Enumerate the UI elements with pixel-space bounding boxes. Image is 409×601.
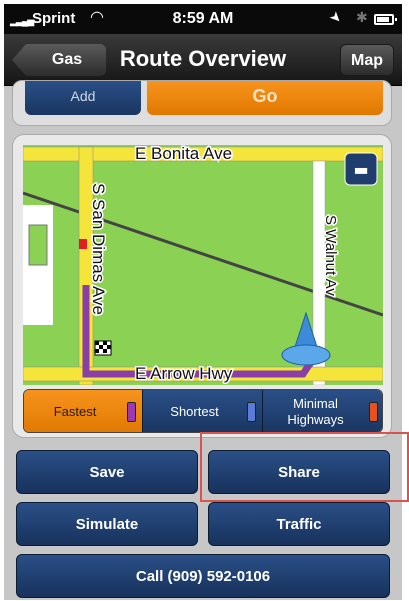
page-title: Route Overview	[119, 46, 287, 71]
map-block-inner	[28, 224, 48, 266]
navigation-bar: Gas Route Overview Map	[4, 34, 402, 86]
content-area: Add Go ▬ E Bonita Ave S San Dimas Ave S …	[4, 80, 402, 600]
traffic-button[interactable]: Traffic	[208, 502, 390, 546]
simulate-button[interactable]: Simulate	[16, 502, 198, 546]
street-label-west: S San Dimas Ave	[89, 183, 108, 315]
start-marker-icon	[79, 239, 87, 249]
top-button-panel: Add Go	[12, 80, 392, 126]
map-button[interactable]: Map	[340, 44, 394, 76]
route-option-shortest[interactable]: Shortest	[142, 390, 262, 432]
route-option-tabs: Fastest Shortest Minimal Highways	[23, 389, 383, 433]
phone-screen: ▂▃▄▅ Sprint ◠ 8:59 AM ➤ ✱ Gas Route Over…	[0, 0, 409, 601]
call-button[interactable]: Call (909) 592-0106	[16, 554, 390, 598]
route-option-fastest[interactable]: Fastest	[24, 390, 142, 432]
street-label-south: E Arrow Hwy	[135, 364, 233, 383]
map-panel: ▬ E Bonita Ave S San Dimas Ave S Walnut …	[12, 134, 392, 438]
back-button[interactable]: Gas	[12, 44, 106, 76]
bluetooth-icon: ✱	[356, 9, 368, 25]
car-icon: ▬	[353, 160, 368, 179]
route-color-swatch	[127, 402, 136, 422]
go-button[interactable]: Go	[147, 81, 383, 115]
battery-icon	[374, 14, 397, 25]
route-option-label: Shortest	[170, 404, 219, 419]
street-label-east: S Walnut Av	[322, 215, 339, 296]
route-option-label: Fastest	[53, 404, 97, 419]
back-button-label: Gas	[51, 51, 83, 68]
route-option-label: Minimal Highways	[287, 396, 344, 427]
route-option-minimal-highways[interactable]: Minimal Highways	[262, 390, 382, 432]
route-color-swatch	[369, 402, 378, 422]
save-button[interactable]: Save	[16, 450, 198, 494]
add-button[interactable]: Add	[25, 81, 141, 115]
route-map[interactable]: ▬ E Bonita Ave S San Dimas Ave S Walnut …	[23, 145, 383, 385]
status-bar: ▂▃▄▅ Sprint ◠ 8:59 AM ➤ ✱	[4, 4, 402, 34]
vehicle-position-base	[281, 344, 331, 366]
route-color-swatch	[247, 402, 256, 422]
share-highlight-box	[200, 432, 409, 502]
street-label-north: E Bonita Ave	[135, 145, 232, 163]
